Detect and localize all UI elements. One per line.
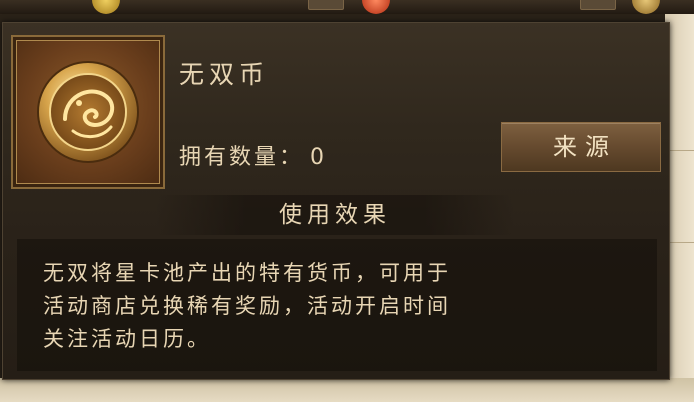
quantity-value: 0 [310, 145, 325, 170]
background-strip [0, 378, 694, 402]
description-line: 活动商店兑换稀有奖励，活动开启时间 [43, 294, 451, 318]
effect-header: 使用效果 [155, 195, 515, 235]
resource-bar [0, 0, 694, 14]
description-line: 无双将星卡池产出的特有货币，可用于 [43, 261, 451, 285]
quantity-label: 拥有数量： [179, 145, 305, 170]
resource-slot-icon [308, 0, 344, 10]
gold-resource-icon [92, 0, 120, 14]
item-icon-frame [11, 35, 165, 189]
item-tooltip: 无双币 拥有数量： 0 来源 使用效果 无双将星卡池产出的特有货币，可用于 活动商… [2, 22, 670, 380]
gem-resource-icon [362, 0, 390, 14]
game-screen: 无双币 拥有数量： 0 来源 使用效果 无双将星卡池产出的特有货币，可用于 活动商… [0, 0, 694, 402]
resource-slot-icon [580, 0, 616, 10]
coin-resource-icon [632, 0, 660, 14]
owned-quantity: 拥有数量： 0 [179, 139, 324, 171]
source-button[interactable]: 来源 [501, 122, 661, 172]
description-line: 关注活动日历。 [43, 327, 211, 351]
item-name: 无双币 [179, 60, 270, 89]
dragon-coin-icon [37, 61, 139, 163]
effect-description: 无双将星卡池产出的特有货币，可用于 活动商店兑换稀有奖励，活动开启时间 关注活动… [17, 239, 657, 371]
